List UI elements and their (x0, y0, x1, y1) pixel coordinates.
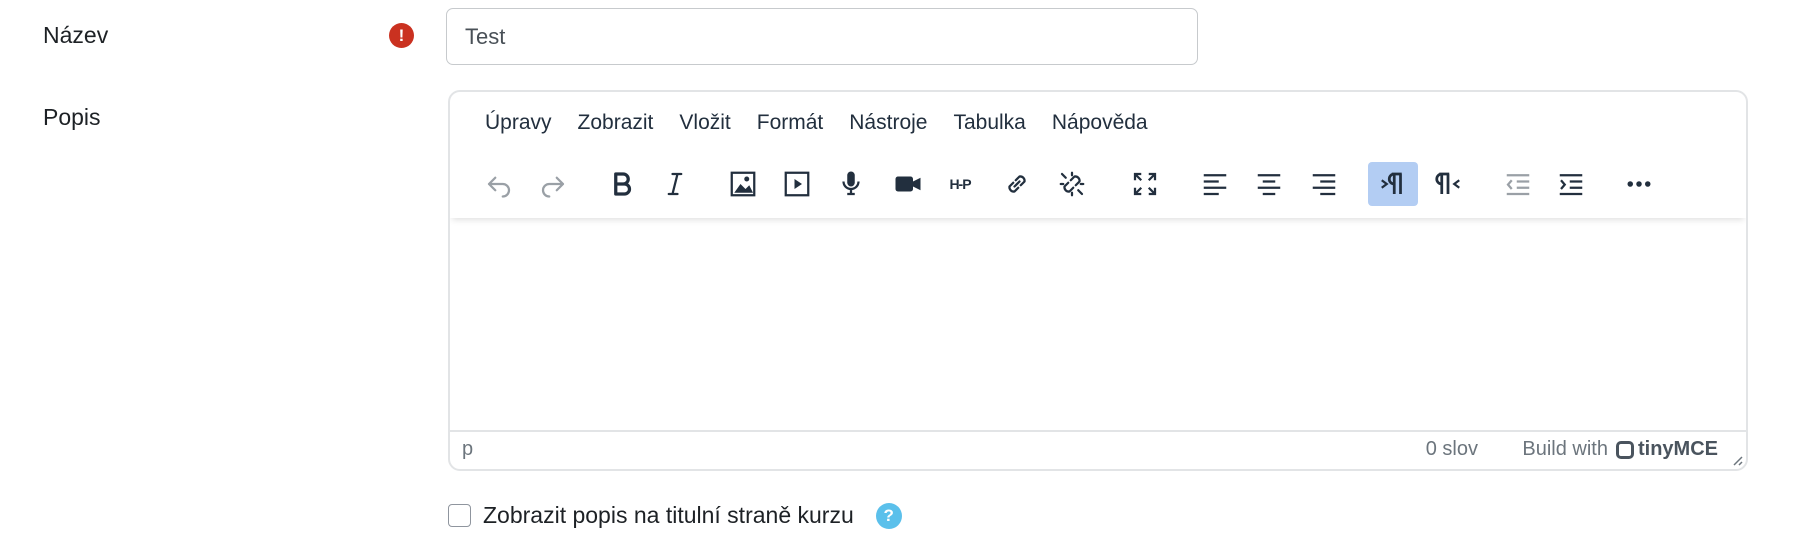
editor-content-area[interactable] (450, 219, 1746, 425)
align-right-icon (1312, 174, 1336, 196)
more-button[interactable] (1614, 162, 1664, 206)
branding[interactable]: Build with tinyMCE (1522, 438, 1718, 461)
bold-button[interactable] (597, 162, 647, 206)
rich-text-editor: Úpravy Zobrazit Vložit Formát Nástroje T… (448, 90, 1748, 471)
element-path[interactable]: p (462, 438, 473, 461)
unlink-icon (1059, 171, 1085, 197)
tinymce-logo: tinyMCE (1616, 438, 1718, 461)
outdent-button[interactable] (1493, 162, 1543, 206)
name-input[interactable] (446, 8, 1198, 65)
h5p-icon: H-P (949, 176, 971, 192)
rtl-button[interactable] (1423, 162, 1473, 206)
redo-button[interactable] (528, 162, 578, 206)
rtl-icon (1435, 172, 1460, 194)
align-left-icon (1203, 174, 1227, 196)
indent-button[interactable] (1546, 162, 1596, 206)
menu-table[interactable]: Tabulka (940, 105, 1038, 141)
undo-icon (487, 176, 511, 198)
redo-icon (541, 176, 565, 198)
menu-edit[interactable]: Úpravy (472, 105, 565, 141)
outdent-icon (1506, 174, 1530, 196)
more-icon (1627, 181, 1651, 187)
image-icon (730, 171, 756, 197)
undo-button[interactable] (474, 162, 524, 206)
indent-icon (1559, 174, 1583, 196)
record-audio-button[interactable] (826, 162, 876, 206)
italic-icon (667, 172, 683, 196)
ltr-button[interactable] (1368, 162, 1418, 206)
align-center-button[interactable] (1244, 162, 1294, 206)
editor-menubar: Úpravy Zobrazit Vložit Formát Nástroje T… (450, 92, 1746, 154)
show-description-checkbox[interactable] (448, 504, 471, 527)
italic-button[interactable] (650, 162, 700, 206)
help-icon[interactable]: ? (875, 502, 902, 529)
microphone-icon (842, 171, 860, 196)
link-button[interactable] (992, 162, 1042, 206)
show-description-label[interactable]: Zobrazit popis na titulní straně kurzu (483, 502, 854, 529)
name-label: Název (43, 22, 109, 48)
fullscreen-button[interactable] (1120, 162, 1170, 206)
show-description-row: Zobrazit popis na titulní straně kurzu ? (448, 502, 902, 529)
editor-toolbar: H-P (450, 154, 1746, 218)
menu-help[interactable]: Nápověda (1039, 105, 1161, 141)
bold-icon (614, 172, 632, 196)
video-icon (895, 176, 921, 192)
fullscreen-icon (1133, 172, 1157, 196)
tinymce-brand-text: tinyMCE (1638, 438, 1718, 460)
media-icon (784, 171, 810, 197)
h5p-button[interactable]: H-P (935, 162, 985, 206)
align-right-button[interactable] (1299, 162, 1349, 206)
link-icon (1008, 175, 1026, 193)
align-center-icon (1257, 174, 1281, 196)
record-video-button[interactable] (883, 162, 933, 206)
media-button[interactable] (772, 162, 822, 206)
unlink-button[interactable] (1047, 162, 1097, 206)
menu-insert[interactable]: Vložit (666, 105, 743, 141)
exclamation-icon: ! (389, 23, 414, 48)
align-left-button[interactable] (1190, 162, 1240, 206)
image-button[interactable] (718, 162, 768, 206)
build-with-text: Build with (1522, 438, 1608, 460)
tinymce-mark-icon (1616, 440, 1634, 459)
menu-tools[interactable]: Nástroje (836, 105, 940, 141)
word-count[interactable]: 0 slov (1426, 438, 1478, 461)
ltr-icon (1381, 172, 1402, 194)
resize-handle-icon[interactable] (1728, 451, 1744, 467)
description-label: Popis (43, 104, 101, 130)
menu-format[interactable]: Formát (744, 105, 837, 141)
editor-statusbar: p 0 slov Build with tinyMCE (450, 430, 1746, 469)
menu-view[interactable]: Zobrazit (565, 105, 667, 141)
